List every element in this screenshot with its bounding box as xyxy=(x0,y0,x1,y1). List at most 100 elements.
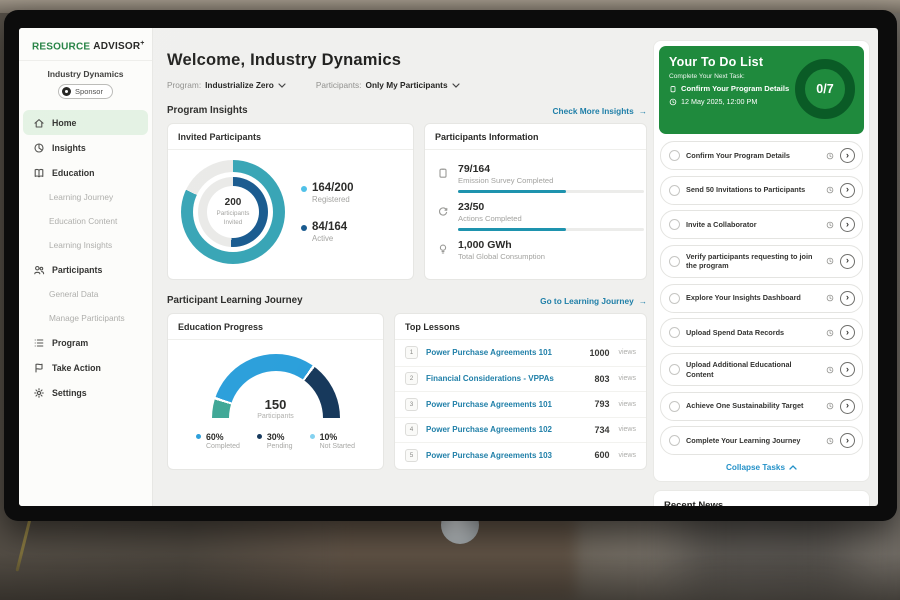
todo-progress-ring: 0/7 xyxy=(795,59,855,119)
sidebar-item-home[interactable]: Home xyxy=(23,110,148,135)
clock-icon xyxy=(826,294,834,302)
legend-active: 84/164 Active xyxy=(301,221,354,243)
participants-dropdown[interactable]: Participants: Only My Participants xyxy=(316,80,460,90)
legend-value: 60% xyxy=(206,432,240,442)
checkbox[interactable] xyxy=(669,150,680,161)
gear-icon xyxy=(33,387,45,399)
program-dropdown[interactable]: Program: Industrialize Zero xyxy=(167,80,286,90)
todo-item-label: Invite a Collaborator xyxy=(686,220,820,230)
card-title: Participants Information xyxy=(425,124,646,150)
participants-dropdown-label: Participants: xyxy=(316,80,362,90)
chevron-right-button[interactable]: › xyxy=(840,254,855,269)
top-lessons-card: Top Lessons 1 Power Purchase Agreements … xyxy=(394,313,647,470)
todo-item[interactable]: Invite a Collaborator › xyxy=(660,210,863,239)
stat-global-consumption: 1,000 GWh Total Global Consumption xyxy=(437,233,634,261)
account-name: Industry Dynamics xyxy=(19,69,152,79)
gauge-center-label: Participants xyxy=(212,413,340,420)
sidebar-item-settings[interactable]: Settings xyxy=(23,380,148,405)
lesson-row: 2 Financial Considerations - VPPAs 803 v… xyxy=(395,366,646,392)
learning-journey-header: Participant Learning Journey Go to Learn… xyxy=(167,295,647,306)
progress-track xyxy=(458,190,644,193)
todo-item[interactable]: Achieve One Sustainability Target › xyxy=(660,392,863,421)
stats-list: 79/164 Emission Survey Completed 23/50 A… xyxy=(425,150,646,261)
todo-item[interactable]: Upload Spend Data Records › xyxy=(660,318,863,347)
checkbox[interactable] xyxy=(669,401,680,412)
legend-registered: 164/200 Registered xyxy=(301,182,354,204)
sidebar-item-learning-journey[interactable]: Learning Journey xyxy=(23,185,148,209)
survey-icon xyxy=(437,166,449,195)
chevron-right-button[interactable]: › xyxy=(840,362,855,377)
todo-item-label: Achieve One Sustainability Target xyxy=(686,401,820,411)
lesson-row: 5 Power Purchase Agreements 103 600 view… xyxy=(395,442,646,468)
monitor-bezel: RESOURCEADVISOR+ Industry Dynamics Spons… xyxy=(4,10,897,521)
clock-icon xyxy=(826,366,834,374)
chevron-right-button[interactable]: › xyxy=(840,325,855,340)
todo-item[interactable]: Explore Your Insights Dashboard › xyxy=(660,284,863,313)
chevron-right-button[interactable]: › xyxy=(840,433,855,448)
lesson-link[interactable]: Financial Considerations - VPPAs xyxy=(426,374,586,383)
lesson-rank: 4 xyxy=(405,423,418,436)
legend-value: 10% xyxy=(320,432,355,442)
lesson-views: 1000 xyxy=(589,348,609,358)
chevron-right-button[interactable]: › xyxy=(840,183,855,198)
sidebar-item-manage-participants[interactable]: Manage Participants xyxy=(23,306,148,330)
donut-center: 200 Participants Invited xyxy=(207,186,259,238)
todo-item-label: Send 50 Invitations to Participants xyxy=(686,185,820,195)
todo-item[interactable]: Confirm Your Program Details › xyxy=(660,141,863,170)
lesson-views-suffix: views xyxy=(618,349,636,356)
sidebar-item-participants[interactable]: Participants xyxy=(23,257,148,282)
todo-item[interactable]: Send 50 Invitations to Participants › xyxy=(660,176,863,205)
chevron-right-button[interactable]: › xyxy=(840,148,855,163)
lesson-views-suffix: views xyxy=(618,375,636,382)
card-title: Invited Participants xyxy=(168,124,413,150)
todo-item-label: Confirm Your Program Details xyxy=(686,151,820,161)
sidebar-item-label: Program xyxy=(52,338,88,348)
sidebar-item-education[interactable]: Education xyxy=(23,160,148,185)
checkbox[interactable] xyxy=(669,256,680,267)
lesson-row: 4 Power Purchase Agreements 102 734 view… xyxy=(395,417,646,443)
lesson-link[interactable]: Power Purchase Agreements 101 xyxy=(426,400,586,409)
checkbox[interactable] xyxy=(669,364,680,375)
education-progress-card: Education Progress 150 Participants xyxy=(167,313,384,470)
checkbox[interactable] xyxy=(669,185,680,196)
sidebar-item-general-data[interactable]: General Data xyxy=(23,282,148,306)
checkbox[interactable] xyxy=(669,293,680,304)
checkbox[interactable] xyxy=(669,327,680,338)
chevron-right-button[interactable]: › xyxy=(840,291,855,306)
go-to-learning-journey-link[interactable]: Go to Learning Journey → xyxy=(540,296,647,306)
legend-label: Active xyxy=(312,234,354,243)
todo-item[interactable]: Upload Additional Educational Content › xyxy=(660,353,863,387)
sidebar-item-education-content[interactable]: Education Content xyxy=(23,209,148,233)
progress-fill xyxy=(458,190,566,193)
chevron-right-button[interactable]: › xyxy=(840,217,855,232)
gauge-center-value: 150 xyxy=(212,397,340,412)
lesson-link[interactable]: Power Purchase Agreements 103 xyxy=(426,451,586,460)
chevron-down-icon xyxy=(278,83,286,88)
checkbox[interactable] xyxy=(669,219,680,230)
sponsor-badge[interactable]: Sponsor xyxy=(58,84,113,99)
clock-icon xyxy=(826,186,834,194)
section-title: Program Insights xyxy=(167,105,248,116)
todo-item-label: Upload Spend Data Records xyxy=(686,328,820,338)
clock-icon xyxy=(826,402,834,410)
checkbox[interactable] xyxy=(669,435,680,446)
legend-label: Pending xyxy=(267,443,293,450)
card-title: Education Progress xyxy=(168,314,383,340)
sidebar-item-label: Learning Insights xyxy=(49,240,112,250)
chevron-right-button[interactable]: › xyxy=(840,399,855,414)
lesson-link[interactable]: Power Purchase Agreements 102 xyxy=(426,425,586,434)
recent-news-card: Recent News xyxy=(653,490,870,506)
check-more-insights-link[interactable]: Check More Insights → xyxy=(553,106,647,116)
todo-item[interactable]: Complete Your Learning Journey › xyxy=(660,426,863,455)
sidebar-item-insights[interactable]: Insights xyxy=(23,135,148,160)
sidebar-item-take-action[interactable]: Take Action xyxy=(23,355,148,380)
sidebar-item-learning-insights[interactable]: Learning Insights xyxy=(23,233,148,257)
collapse-tasks-link[interactable]: Collapse Tasks xyxy=(659,463,864,472)
program-insights-header: Program Insights Check More Insights → xyxy=(167,105,647,116)
sidebar-item-program[interactable]: Program xyxy=(23,330,148,355)
todo-item[interactable]: Verify participants requesting to join t… xyxy=(660,245,863,279)
lesson-link[interactable]: Power Purchase Agreements 101 xyxy=(426,348,581,357)
sidebar-item-label: Education xyxy=(52,168,95,178)
lesson-views: 803 xyxy=(594,374,609,384)
legend-not-started: 10% Not Started xyxy=(310,432,355,450)
